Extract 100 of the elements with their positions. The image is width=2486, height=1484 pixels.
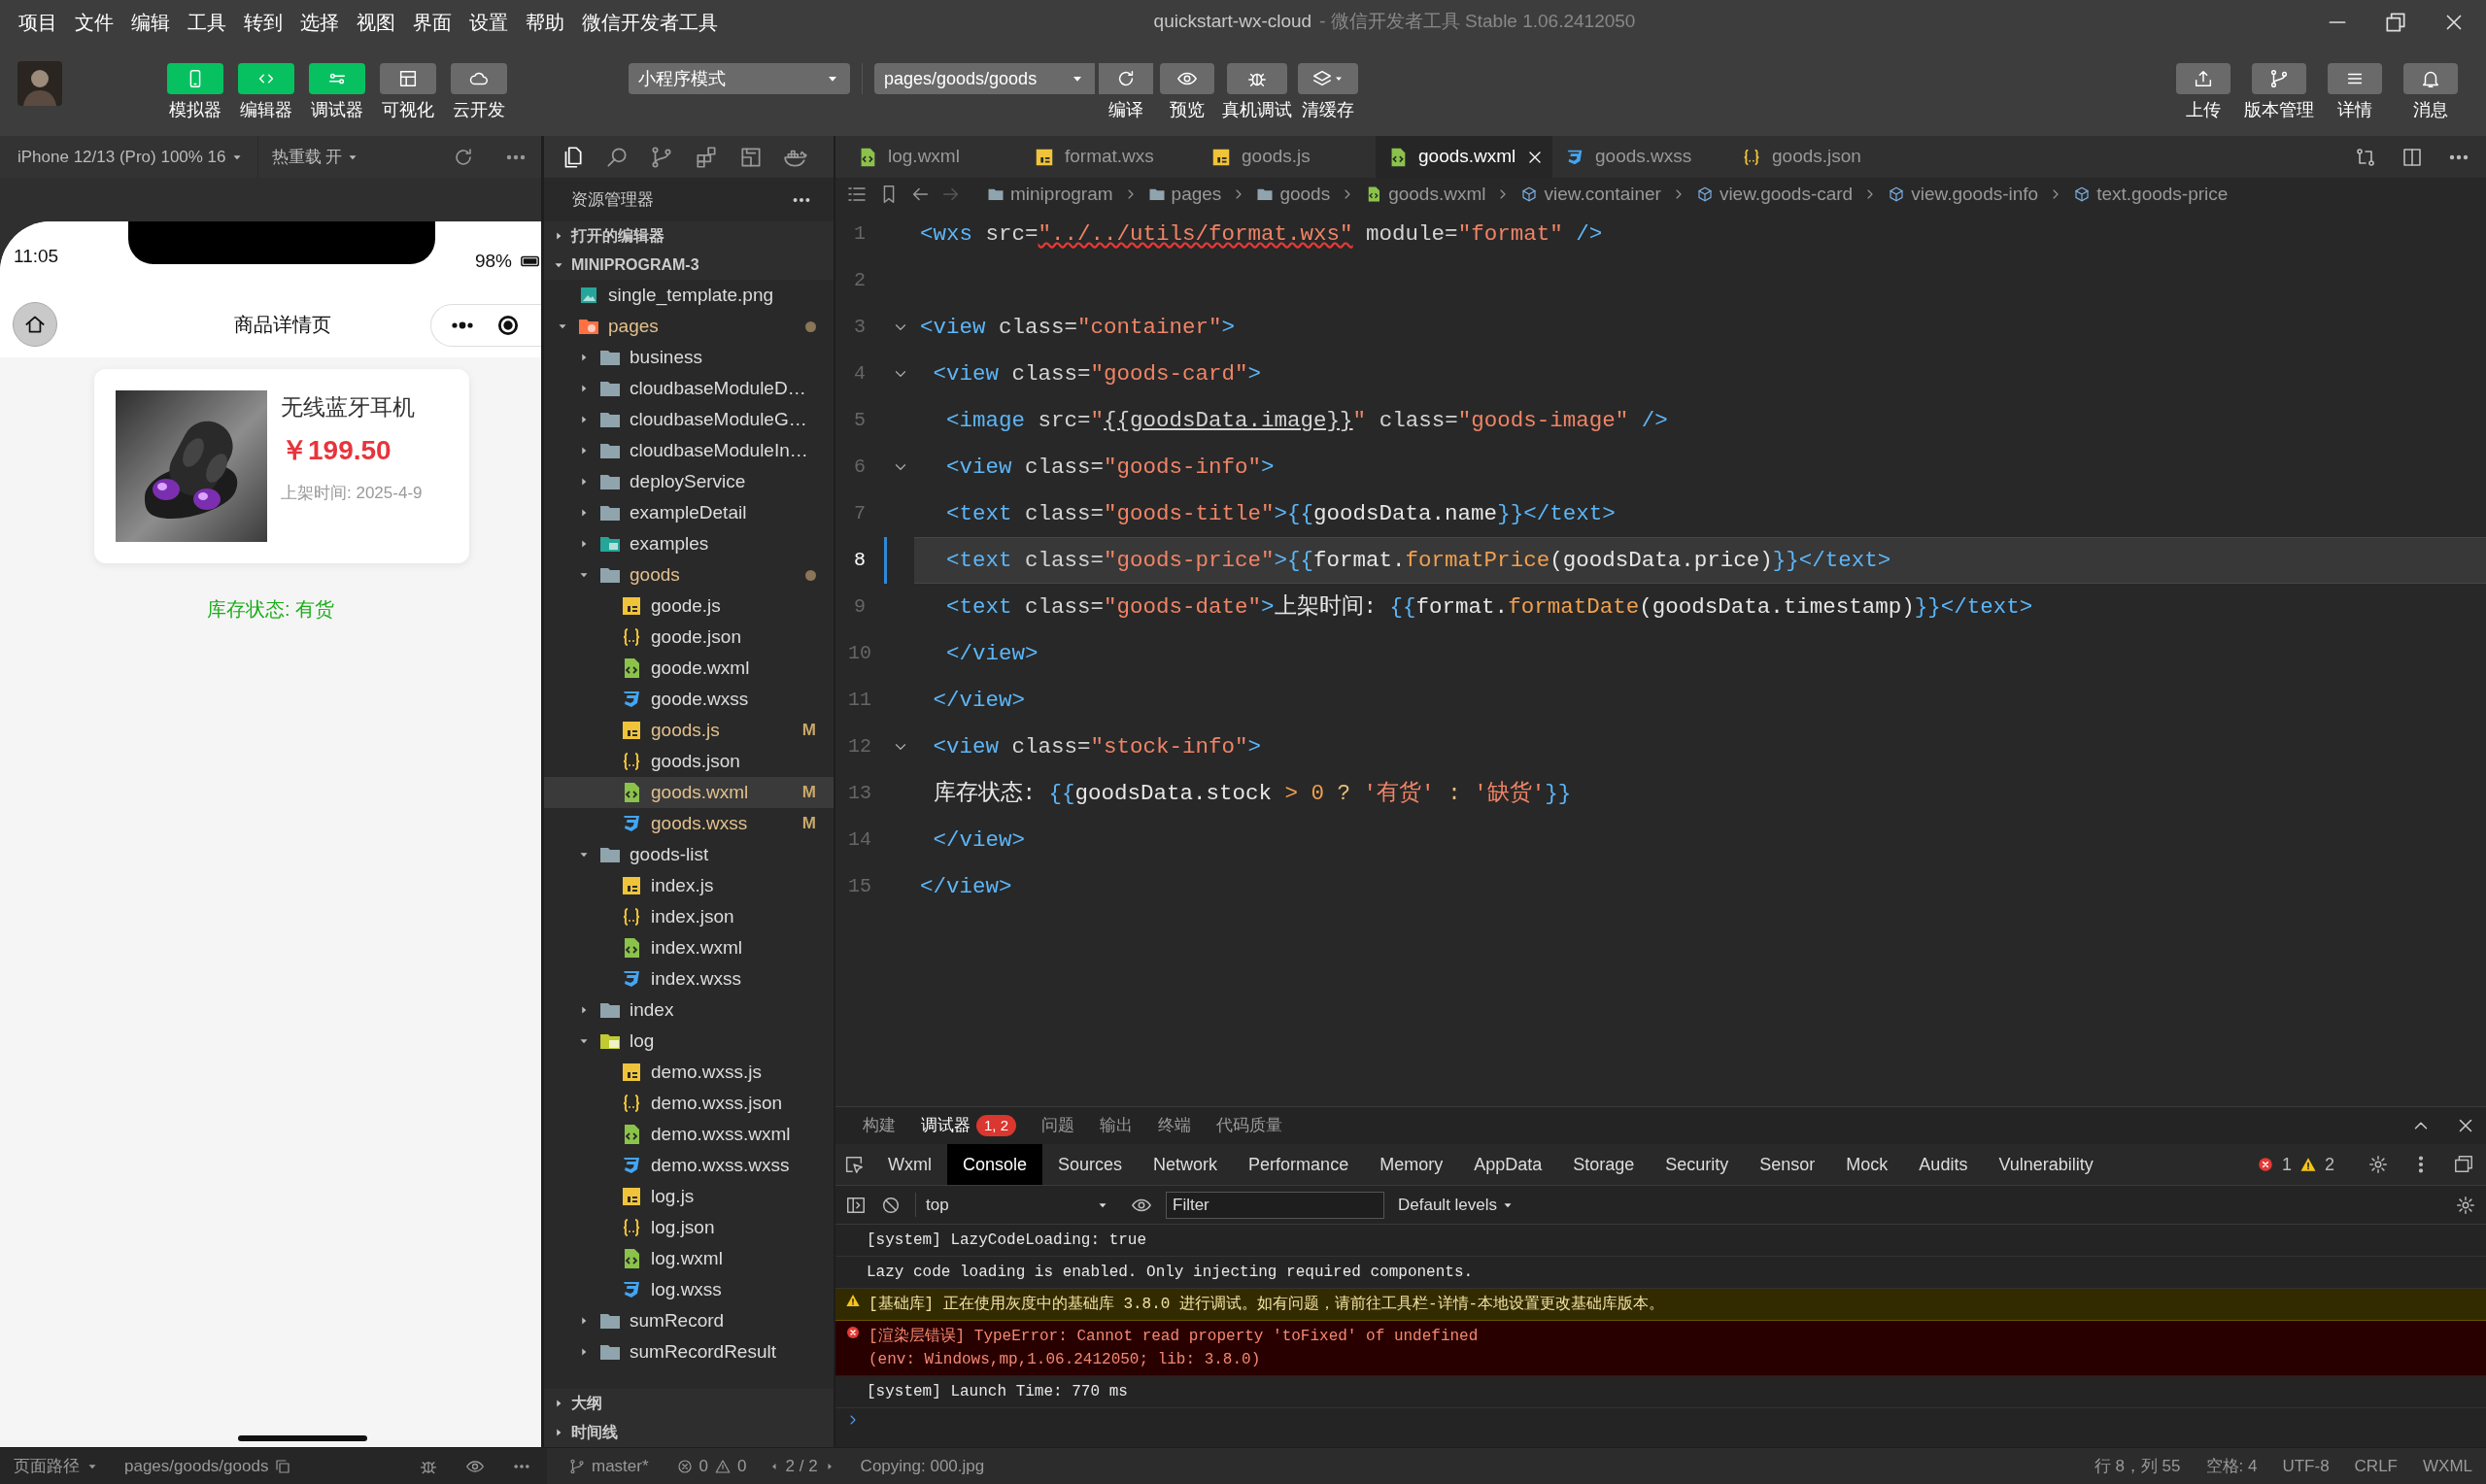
folder-item[interactable]: pages <box>544 311 834 342</box>
file-item[interactable]: single_template.png <box>544 280 834 311</box>
layers-button[interactable] <box>1298 63 1358 94</box>
menu-item[interactable]: 编辑 <box>122 7 179 37</box>
device-selector[interactable]: iPhone 12/13 (Pro) 100% 16 <box>17 144 226 170</box>
capsule-menu[interactable] <box>430 304 541 347</box>
breadcrumb-item[interactable]: goods.wxml <box>1365 180 1486 209</box>
home-button[interactable] <box>13 302 57 347</box>
breadcrumb-item[interactable]: miniprogram <box>987 180 1113 209</box>
breadcrumb-item[interactable]: text.goods-price <box>2073 180 2229 209</box>
status-item[interactable]: 空格: 4 <box>2205 1453 2258 1479</box>
source-control-icon[interactable] <box>649 144 674 170</box>
file-item[interactable]: index.wxml <box>544 932 834 963</box>
breadcrumb-item[interactable]: view.goods-card <box>1695 180 1854 209</box>
extensions-icon[interactable] <box>694 144 719 170</box>
mode-dropdown[interactable]: 小程序模式 <box>629 63 850 94</box>
panel-tab[interactable]: 调试器 1, 2 <box>911 1113 1027 1138</box>
menu-item[interactable]: 工具 <box>179 7 235 37</box>
folder-item[interactable]: cloudbaseModuleIn… <box>544 435 834 466</box>
devtools-tab[interactable]: Storage <box>1557 1144 1651 1185</box>
devtools-tab[interactable]: Network <box>1138 1144 1234 1185</box>
menu-item[interactable]: 微信开发者工具 <box>573 7 727 37</box>
section-header[interactable]: MINIPROGRAM-3 <box>544 251 834 280</box>
status-item[interactable]: WXML <box>2423 1453 2472 1479</box>
menu-item[interactable]: 文件 <box>66 7 122 37</box>
inspect-icon[interactable] <box>843 1154 865 1175</box>
menu-item[interactable]: 转到 <box>235 7 291 37</box>
devtools-tab[interactable]: Sensor <box>1744 1144 1831 1185</box>
status-item[interactable]: CRLF <box>2354 1453 2398 1479</box>
section-header[interactable]: 时间线 <box>544 1418 834 1447</box>
breadcrumb-item[interactable]: pages <box>1147 180 1222 209</box>
folder-item[interactable]: goods <box>544 559 834 590</box>
context-dropdown[interactable]: top <box>915 1192 1109 1218</box>
devtools-tab[interactable]: Sources <box>1042 1144 1139 1185</box>
branch-name[interactable]: master* <box>592 1453 649 1479</box>
levels-dropdown[interactable]: Default levels <box>1398 1192 1515 1218</box>
file-item[interactable]: log.js <box>544 1181 834 1212</box>
phone-view-button[interactable] <box>166 63 223 94</box>
menu-item[interactable]: 视图 <box>348 7 404 37</box>
refresh-button[interactable] <box>1099 63 1153 94</box>
section-header[interactable]: 打开的编辑器 <box>544 221 834 251</box>
devtools-tab[interactable]: Wxml <box>872 1144 947 1185</box>
lines-button[interactable] <box>2328 63 2382 94</box>
folder-item[interactable]: cloudbaseModuleD… <box>544 373 834 404</box>
file-item[interactable]: goode.wxml <box>544 653 834 684</box>
file-item[interactable]: goode.json <box>544 622 834 653</box>
file-item[interactable]: goods.json <box>544 746 834 777</box>
settings-icon[interactable] <box>2455 1194 2476 1216</box>
file-item[interactable]: index.js <box>544 870 834 901</box>
copy-icon[interactable] <box>274 1457 292 1475</box>
breadcrumb-item[interactable]: goods <box>1256 180 1331 209</box>
page-path-label[interactable]: 页面路径 <box>14 1453 80 1479</box>
menu-item[interactable]: 项目 <box>10 7 66 37</box>
editor-tab[interactable]: goods.wxml <box>1376 136 1552 178</box>
file-item[interactable]: index.json <box>544 901 834 932</box>
file-item[interactable]: demo.wxss.wxml <box>544 1119 834 1150</box>
file-item[interactable]: demo.wxss.json <box>544 1088 834 1119</box>
section-header[interactable]: 大纲 <box>544 1389 834 1418</box>
devtools-tab[interactable]: Performance <box>1233 1144 1365 1185</box>
upload-button[interactable] <box>2176 63 2231 94</box>
cloud-view-button[interactable] <box>450 63 507 94</box>
status-item[interactable]: UTF-8 <box>2282 1453 2330 1479</box>
devtools-tab[interactable]: Console <box>947 1144 1043 1185</box>
file-item[interactable]: demo.wxss.js <box>544 1057 834 1088</box>
panel-tab[interactable]: 终端 <box>1148 1113 1202 1138</box>
file-item[interactable]: demo.wxss.wxss <box>544 1150 834 1181</box>
hot-reload-toggle[interactable]: 热重载 开 <box>271 144 343 170</box>
editor-tab[interactable]: goods.json <box>1729 136 1906 178</box>
file-item[interactable]: log.wxml <box>544 1243 834 1274</box>
file-item[interactable]: log.json <box>544 1212 834 1243</box>
debug-view-button[interactable] <box>308 63 365 94</box>
filter-field[interactable]: Filter <box>1166 1191 1384 1219</box>
page-dropdown[interactable]: pages/goods/goods <box>874 63 1095 94</box>
editor-tab[interactable]: format.wxs <box>1022 136 1199 178</box>
folder-item[interactable]: sumRecord <box>544 1305 834 1336</box>
panel-tab[interactable]: 代码质量 <box>1207 1113 1293 1138</box>
file-item[interactable]: goods.wxml M <box>544 777 834 808</box>
editor-tab[interactable]: goods.js <box>1199 136 1376 178</box>
settings-icon[interactable] <box>2367 1154 2389 1175</box>
status-item[interactable]: 行 8，列 55 <box>2094 1453 2181 1479</box>
editor-tab[interactable]: goods.wxss <box>1552 136 1729 178</box>
folder-item[interactable]: deployService <box>544 466 834 497</box>
file-item[interactable]: goode.wxss <box>544 684 834 715</box>
folder-item[interactable]: examples <box>544 528 834 559</box>
devtools-tab[interactable]: AppData <box>1458 1144 1558 1185</box>
menu-item[interactable]: 界面 <box>404 7 460 37</box>
folder-item[interactable]: sumRecordResult <box>544 1336 834 1367</box>
editor-tab[interactable]: log.wxml <box>845 136 1022 178</box>
devtools-tab[interactable]: Vulnerability <box>1983 1144 2109 1185</box>
folder-item[interactable]: index <box>544 995 834 1026</box>
folder-item[interactable]: goods-list <box>544 839 834 870</box>
folder-item[interactable]: log <box>544 1026 834 1057</box>
devtools-tab[interactable]: Memory <box>1364 1144 1459 1185</box>
devtools-tab[interactable]: Audits <box>1903 1144 1984 1185</box>
folder-item[interactable]: exampleDetail <box>544 497 834 528</box>
dock-icon[interactable] <box>2453 1154 2474 1175</box>
panel-tab[interactable]: 输出 <box>1090 1113 1143 1138</box>
menu-item[interactable]: 选择 <box>291 7 348 37</box>
avatar[interactable] <box>17 61 62 106</box>
menu-item[interactable]: 设置 <box>460 7 517 37</box>
